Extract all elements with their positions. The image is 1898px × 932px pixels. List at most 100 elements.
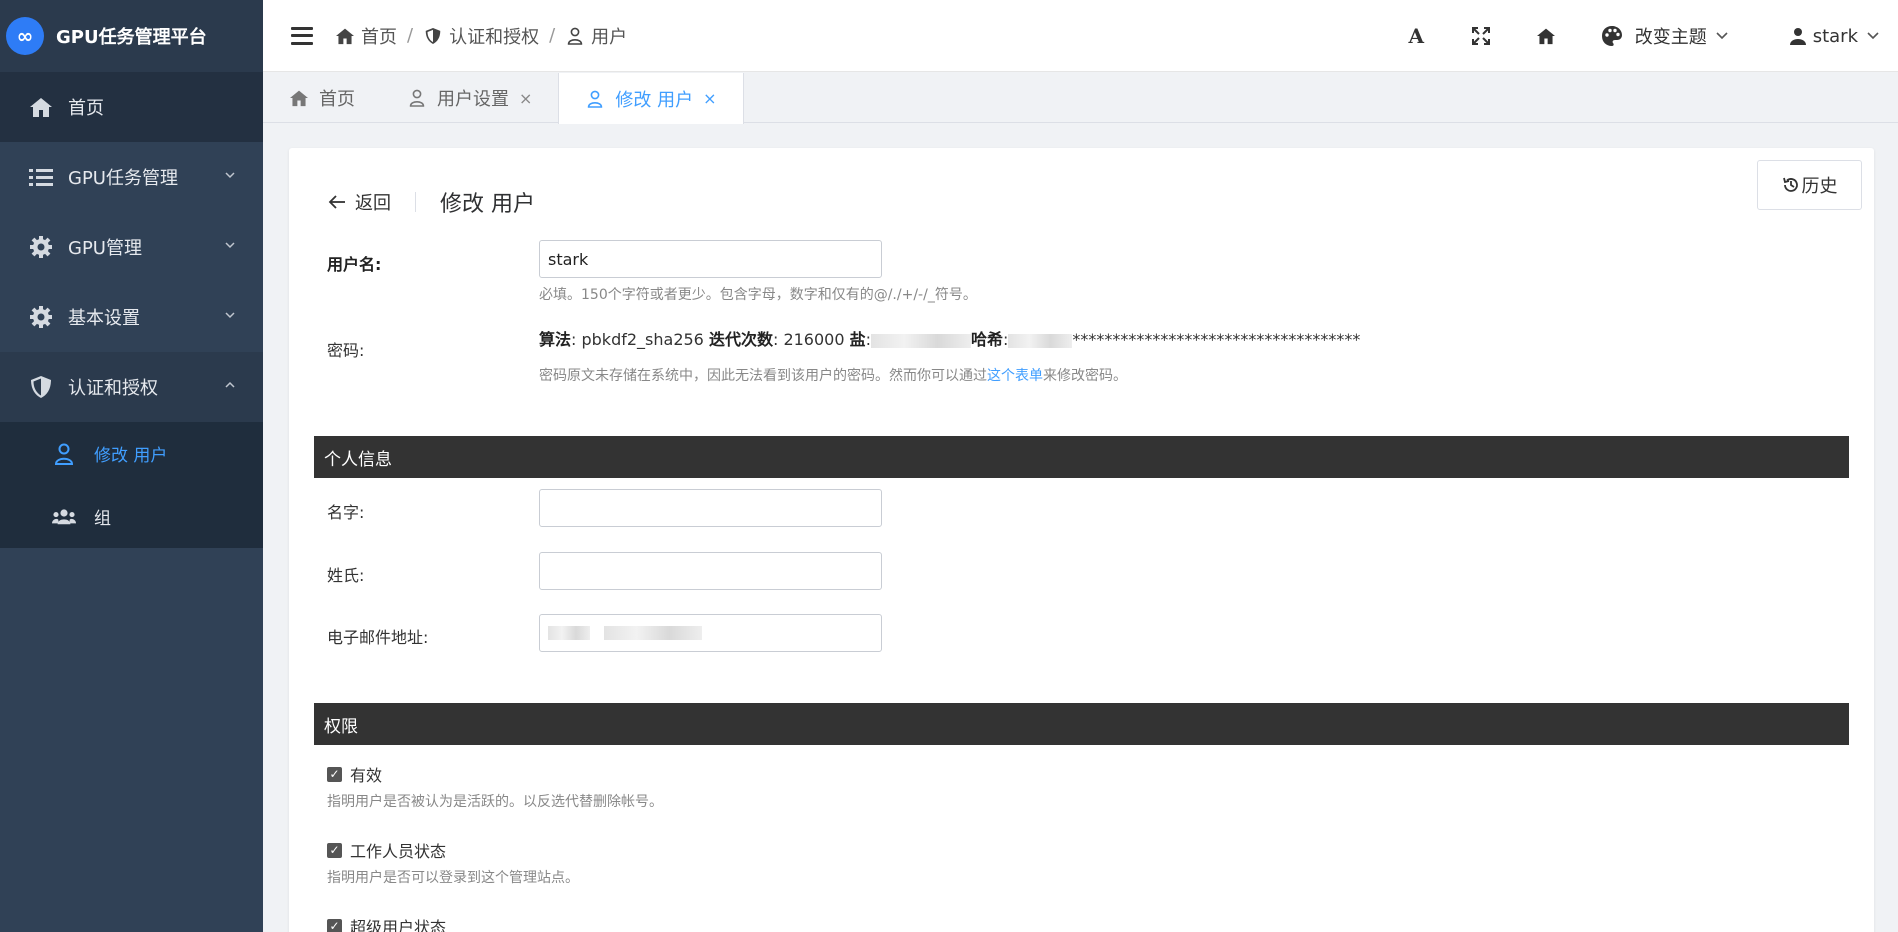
breadcrumb-separator: / [549, 25, 556, 46]
theme-dropdown[interactable]: 改变主题 [1601, 23, 1729, 49]
home-icon [1537, 28, 1556, 45]
tab-user-settings[interactable]: 用户设置 × [381, 73, 558, 123]
chevron-down-icon [225, 172, 235, 179]
home-icon [289, 88, 309, 108]
checkbox-checked[interactable]: ✓ [327, 918, 342, 932]
user-icon [585, 89, 605, 109]
password-label: 密码: [327, 341, 365, 360]
username-help: 必填。150个字符或者更少。包含字母，数字和仅有的@/./+/-/_符号。 [539, 287, 977, 303]
email-label: 电子邮件地址: [327, 628, 429, 647]
sidebar-item-groups[interactable]: 组 [0, 485, 263, 548]
history-label: 历史 [1801, 176, 1838, 197]
page-title: 修改 用户 [440, 192, 535, 217]
breadcrumb-users: 用户 [591, 26, 628, 48]
tab-label: 首页 [319, 89, 355, 110]
sidebar-item-auth[interactable]: 认证和授权 [0, 352, 263, 422]
user-icon [407, 88, 427, 108]
sidebar-item-label: GPU任务管理 [68, 168, 178, 189]
shield-icon [28, 374, 54, 400]
home-icon [335, 26, 355, 46]
iterations-value: : 216000 [772, 330, 850, 349]
tab-home[interactable]: 首页 [263, 73, 381, 123]
hash-redacted [1008, 333, 1073, 348]
history-button[interactable]: 历史 [1757, 160, 1862, 210]
close-icon[interactable]: × [703, 89, 716, 108]
sidebar-item-basic-settings[interactable]: 基本设置 [0, 282, 263, 352]
password-help: 密码原文未存储在系统中，因此无法看到该用户的密码。然而你可以通过这个表单来修改密… [539, 365, 1127, 385]
chevron-down-icon [225, 242, 235, 249]
staff-checkbox-row[interactable]: ✓ 工作人员状态 [327, 838, 446, 862]
breadcrumb: 首页 / 认证和授权 / 用户 [335, 23, 627, 49]
palette-icon [1601, 26, 1622, 46]
arrow-left-icon [328, 195, 345, 209]
fullscreen-button[interactable] [1449, 0, 1514, 72]
password-hash-summary: 算法: pbkdf2_sha256 迭代次数: 216000 盐: 哈希: ****… [539, 330, 1361, 349]
top-header: 首页 / 认证和授权 / 用户 A 改变主题 stark [263, 0, 1898, 72]
password-change-link[interactable]: 这个表单 [987, 368, 1043, 384]
superuser-label: 超级用户状态 [350, 918, 447, 932]
tab-label: 修改 用户 [615, 89, 694, 111]
chevron-down-icon [1867, 32, 1879, 40]
home-button[interactable] [1514, 0, 1579, 72]
sidebar-item-edit-user[interactable]: 修改 用户 [0, 422, 263, 485]
staff-help: 指明用户是否可以登录到这个管理站点。 [327, 870, 579, 886]
username-input[interactable]: stark [539, 240, 882, 278]
tab-bar: 首页 用户设置 × 修改 用户 × [263, 73, 1898, 124]
permissions-section: 权限 [314, 703, 1849, 745]
header-actions: A 改变主题 stark [1384, 0, 1898, 72]
edit-user-form: 历史 返回 修改 用户 用户名: stark 必填。150个字符或者更少。包含字… [289, 148, 1874, 932]
username-label: 用户名: [327, 255, 382, 274]
chevron-down-icon [225, 312, 235, 319]
close-icon[interactable]: × [519, 89, 532, 108]
shield-icon [423, 26, 443, 46]
sidebar-item-label: 认证和授权 [68, 378, 158, 399]
checkbox-checked[interactable]: ✓ [327, 842, 342, 858]
username-label: stark [1812, 25, 1858, 47]
user-icon [52, 442, 76, 466]
hamburger-menu-icon[interactable] [291, 26, 313, 45]
sidebar-item-label: 组 [94, 509, 111, 529]
algo-value: : pbkdf2_sha256 [571, 330, 709, 349]
email-redacted [604, 626, 702, 640]
last-name-input[interactable] [539, 552, 882, 590]
sidebar-item-gpu-manage[interactable]: GPU管理 [0, 212, 263, 282]
history-icon [1782, 177, 1798, 192]
active-checkbox-row[interactable]: ✓ 有效 [327, 762, 382, 786]
email-input[interactable] [539, 614, 882, 652]
font-size-button[interactable]: A [1384, 0, 1449, 72]
app-logo[interactable]: ∞ GPU任务管理平台 [0, 0, 263, 72]
gear-icon [28, 234, 54, 260]
title-divider [415, 192, 416, 212]
user-dropdown[interactable]: stark [1789, 26, 1880, 47]
password-help-text: 密码原文未存储在系统中，因此无法看到该用户的密码。然而你可以通过 [539, 368, 987, 384]
users-icon [52, 505, 76, 529]
salt-redacted [871, 333, 972, 348]
auth-submenu: 修改 用户 组 [0, 422, 263, 548]
app-title: GPU任务管理平台 [56, 27, 207, 48]
email-redacted [548, 626, 590, 640]
password-help-text: 来修改密码。 [1043, 368, 1127, 384]
sidebar-item-label: 基本设置 [68, 308, 140, 329]
first-name-label: 名字: [327, 503, 365, 522]
sidebar-item-gpu-tasks[interactable]: GPU任务管理 [0, 142, 263, 212]
theme-label: 改变主题 [1634, 27, 1707, 48]
infinity-logo-icon: ∞ [6, 17, 44, 55]
font-icon: A [1408, 24, 1424, 48]
title-row: 返回 修改 用户 [327, 186, 535, 218]
sidebar-item-label: 首页 [68, 98, 104, 119]
list-icon [28, 164, 54, 190]
checkbox-checked[interactable]: ✓ [327, 766, 342, 782]
user-icon [565, 26, 585, 46]
first-name-input[interactable] [539, 489, 882, 527]
back-button[interactable]: 返回 [327, 189, 391, 215]
breadcrumb-auth[interactable]: 认证和授权 [449, 23, 539, 49]
chevron-up-icon [225, 381, 235, 388]
breadcrumb-home[interactable]: 首页 [361, 23, 397, 49]
tab-edit-user[interactable]: 修改 用户 × [558, 73, 744, 124]
gear-icon [28, 304, 54, 330]
sidebar-item-label: 修改 用户 [94, 446, 168, 466]
superuser-checkbox-row[interactable]: ✓ 超级用户状态 [327, 914, 446, 932]
tab-label: 用户设置 [437, 89, 509, 110]
sidebar-item-home[interactable]: 首页 [0, 72, 263, 142]
back-label: 返回 [355, 193, 391, 214]
